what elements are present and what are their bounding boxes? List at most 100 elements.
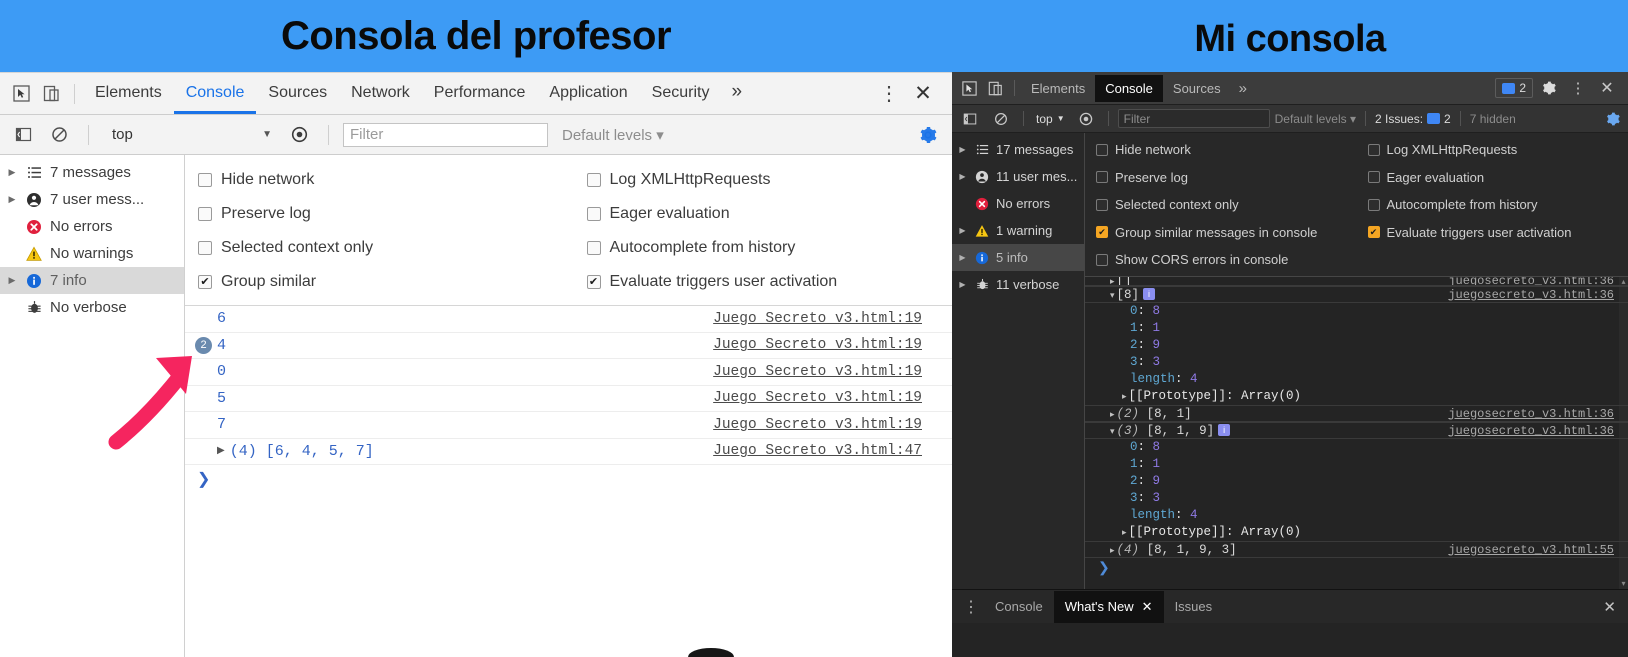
console-line-source-link[interactable]: juegosecreto_v3.html:36 [1448, 423, 1614, 440]
checkbox[interactable] [586, 173, 601, 187]
setting-hide-network[interactable]: Hide network [185, 163, 569, 197]
checkbox[interactable] [1367, 143, 1380, 156]
clear-console-icon[interactable] [988, 107, 1014, 131]
console-row-source-link[interactable]: Juego Secreto v3.html:19 [713, 311, 922, 327]
kebab-menu-icon[interactable]: ⋮ [1565, 76, 1591, 100]
tab-application[interactable]: Application [537, 74, 639, 114]
expand-triangle-icon[interactable]: ▶ [957, 226, 968, 235]
tab-console[interactable]: Console [173, 74, 257, 114]
checkbox[interactable] [1367, 226, 1380, 239]
checkbox[interactable] [198, 207, 212, 221]
sidebar-item-info[interactable]: ▶ 7 info [0, 267, 184, 294]
console-line-prototype[interactable]: ▸ [[Prototype]]: Array(0) [1085, 524, 1628, 541]
tab-sources[interactable]: Sources [256, 74, 339, 114]
expand-triangle-icon[interactable]: ▶ [957, 280, 968, 289]
console-line-array-collapsed[interactable]: ▸ (4) [8, 1, 9, 3] juegosecreto_v3.html:5… [1085, 540, 1628, 559]
setting-hide-network[interactable]: Hide network [1085, 136, 1357, 164]
issues-badge[interactable]: 2 [1495, 78, 1533, 98]
close-icon[interactable]: ✕ [908, 80, 938, 108]
console-line-source-link[interactable]: juegosecreto_v3.html:36 [1448, 277, 1614, 285]
setting-eager-evaluation[interactable]: Eager evaluation [1357, 164, 1628, 192]
drawer-kebab-icon[interactable]: ⋮ [958, 597, 984, 617]
sidebar-item-info[interactable]: ▶ 5 info [952, 244, 1084, 271]
sidebar-item-errors[interactable]: ▶ No errors [952, 190, 1084, 217]
setting-evaluate-triggers-user-activation[interactable]: Evaluate triggers user activation [1357, 219, 1628, 247]
console-row[interactable]: 7 Juego Secreto v3.html:19 [185, 412, 952, 439]
expand-triangle-icon[interactable]: ▶ [6, 275, 18, 286]
console-row-source-link[interactable]: Juego Secreto v3.html:19 [713, 364, 922, 380]
setting-autocomplete-from-history[interactable]: Autocomplete from history [1357, 191, 1628, 219]
toggle-console-sidebar-icon[interactable] [8, 121, 38, 149]
console-row-source-link[interactable]: Juego Secreto v3.html:47 [713, 443, 922, 459]
expand-triangle-icon[interactable]: ▶ [217, 445, 225, 457]
expand-triangle-icon[interactable]: ▶ [6, 167, 18, 178]
inspect-element-icon[interactable] [6, 80, 36, 108]
drawer-close-icon[interactable]: ✕ [1603, 598, 1628, 616]
tab-security[interactable]: Security [640, 74, 722, 114]
log-levels-selector[interactable]: Default levels ▾ [562, 126, 664, 144]
expand-triangle-icon[interactable]: ▸ [1110, 277, 1115, 285]
console-prompt[interactable]: ❯ [185, 465, 952, 493]
drawer-tab-whats-new[interactable]: What's New ✕ [1053, 590, 1164, 623]
console-prompt[interactable]: ❯ [1085, 558, 1628, 580]
console-row-source-link[interactable]: Juego Secreto v3.html:19 [713, 417, 922, 433]
console-line-source-link[interactable]: juegosecreto_v3.html:55 [1448, 542, 1614, 559]
setting-log-xmlhttprequests[interactable]: Log XMLHttpRequests [1357, 136, 1628, 164]
checkbox[interactable] [1096, 198, 1108, 211]
tab-performance[interactable]: Performance [422, 74, 538, 114]
more-tabs-icon[interactable]: » [721, 73, 752, 114]
sidebar-item-warnings[interactable]: ▶ No warnings [0, 240, 184, 267]
checkbox[interactable] [1096, 253, 1108, 266]
inspect-element-icon[interactable] [956, 76, 982, 100]
live-expression-icon[interactable] [284, 121, 314, 149]
tab-sources[interactable]: Sources [1163, 75, 1231, 102]
drawer-tab-console[interactable]: Console [984, 591, 1054, 622]
console-line-clipped[interactable]: ▸[] juegosecreto_v3.html:36 [1085, 277, 1628, 286]
setting-group-similar[interactable]: Group similar [185, 265, 569, 299]
clear-console-icon[interactable] [44, 121, 74, 149]
setting-selected-context-only[interactable]: Selected context only [1085, 191, 1357, 219]
execution-context-selector[interactable]: top ▼ [1033, 112, 1068, 126]
console-row-source-link[interactable]: Juego Secreto v3.html:19 [713, 390, 922, 406]
sidebar-item-user-messages[interactable]: ▶ 7 user mess... [0, 186, 184, 213]
filter-input[interactable] [1117, 109, 1270, 128]
checkbox[interactable] [586, 241, 601, 255]
checkbox[interactable] [1367, 198, 1380, 211]
expand-triangle-icon[interactable]: ▸ [1122, 392, 1127, 402]
console-line-source-link[interactable]: juegosecreto_v3.html:36 [1448, 287, 1614, 304]
sidebar-item-errors[interactable]: ▶ No errors [0, 213, 184, 240]
console-row[interactable]: ▶ (4) [6, 4, 5, 7] Juego Secreto v3.html… [185, 439, 952, 465]
console-row[interactable]: 0 Juego Secreto v3.html:19 [185, 359, 952, 386]
setting-selected-context-only[interactable]: Selected context only [185, 231, 569, 265]
console-row[interactable]: 5 Juego Secreto v3.html:19 [185, 386, 952, 412]
tab-console[interactable]: Console [1095, 74, 1163, 102]
setting-evaluate-triggers-user-activation[interactable]: Evaluate triggers user activation [569, 265, 953, 299]
sidebar-item-warnings[interactable]: ▶ 1 warning [952, 217, 1084, 244]
log-levels-selector[interactable]: Default levels ▾ [1275, 112, 1356, 126]
sidebar-item-verbose[interactable]: ▶ 11 verbose [952, 271, 1084, 298]
console-settings-gear-icon[interactable] [918, 125, 944, 145]
more-tabs-icon[interactable]: » [1231, 76, 1255, 101]
device-toolbar-icon[interactable] [982, 76, 1008, 100]
console-line-array-collapsed[interactable]: ▸ (2) [8, 1] juegosecreto_v3.html:36 [1085, 404, 1628, 422]
tab-network[interactable]: Network [339, 74, 422, 114]
setting-eager-evaluation[interactable]: Eager evaluation [569, 197, 953, 231]
expand-triangle-icon[interactable]: ▸ [1110, 410, 1115, 420]
execution-context-selector[interactable]: top ▼ [103, 123, 278, 147]
expand-triangle-icon[interactable]: ▶ [957, 145, 968, 154]
drawer-tab-issues[interactable]: Issues [1164, 591, 1224, 622]
expand-triangle-icon[interactable]: ▸ [1110, 546, 1115, 556]
tab-elements[interactable]: Elements [83, 74, 174, 114]
setting-preserve-log[interactable]: Preserve log [1085, 164, 1357, 192]
close-icon[interactable]: ✕ [1142, 599, 1153, 615]
expand-triangle-icon[interactable]: ▸ [1122, 528, 1127, 538]
checkbox[interactable] [586, 275, 601, 289]
checkbox[interactable] [198, 241, 212, 255]
expand-triangle-icon[interactable]: ▶ [6, 194, 18, 205]
toggle-console-sidebar-icon[interactable] [957, 107, 983, 131]
setting-preserve-log[interactable]: Preserve log [185, 197, 569, 231]
sidebar-item-verbose[interactable]: ▶ No verbose [0, 294, 184, 321]
console-settings-gear-icon[interactable] [1605, 111, 1623, 127]
console-row-source-link[interactable]: Juego Secreto v3.html:19 [713, 337, 922, 353]
checkbox[interactable] [1096, 143, 1108, 156]
